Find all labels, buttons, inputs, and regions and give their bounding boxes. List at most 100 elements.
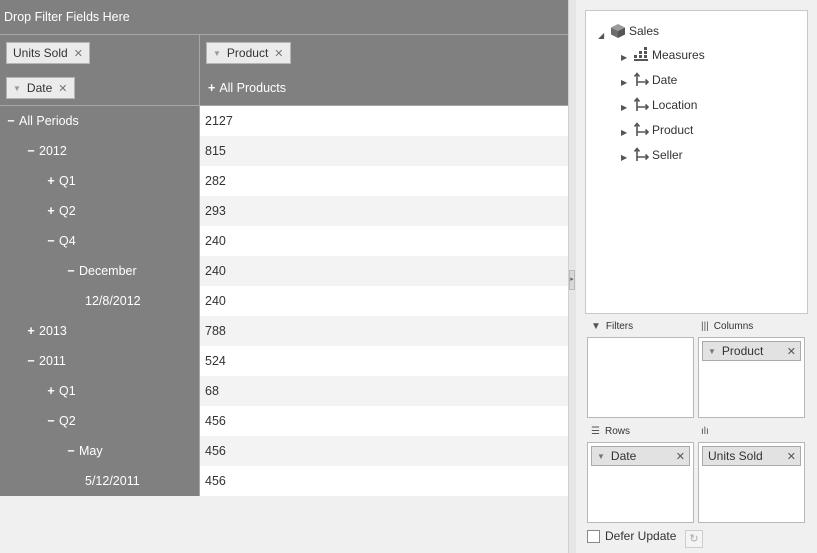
divider — [199, 35, 200, 70]
collapse-icon[interactable]: − — [45, 414, 57, 428]
panel-splitter[interactable]: ▸ — [568, 0, 576, 553]
column-field-chip[interactable]: ▼ Product ✕ — [206, 42, 291, 64]
zone-label-text: Rows — [604, 426, 630, 437]
defer-update-label: Defer Update — [605, 529, 677, 543]
data-cell[interactable]: 524 — [200, 346, 568, 376]
data-cell[interactable]: 240 — [200, 286, 568, 316]
close-icon[interactable]: ✕ — [74, 47, 83, 60]
data-cell[interactable]: 788 — [200, 316, 568, 346]
row-header[interactable]: 12/8/2012 — [0, 286, 200, 316]
tree-expand-icon[interactable]: ▶ — [621, 128, 633, 137]
collapse-icon[interactable]: − — [45, 234, 57, 248]
row-header-label: 2012 — [39, 144, 67, 158]
columns-icon: ||| — [701, 321, 709, 332]
expand-icon[interactable]: + — [208, 81, 215, 95]
row-header[interactable]: + Q2 — [0, 196, 200, 226]
tree-node-seller[interactable]: ▶ Seller — [621, 146, 683, 163]
data-field-chip[interactable]: Units Sold ✕ — [6, 42, 90, 64]
tree-expand-icon[interactable]: ▶ — [621, 53, 633, 62]
rows-zone[interactable]: ▼ Date ✕ — [587, 442, 694, 523]
data-cell[interactable]: 240 — [200, 226, 568, 256]
filters-zone[interactable] — [587, 337, 694, 418]
data-cell[interactable]: 240 — [200, 256, 568, 286]
data-cell[interactable]: 293 — [200, 196, 568, 226]
data-cell[interactable]: 68 — [200, 376, 568, 406]
dropdown-arrow-icon[interactable]: ▼ — [213, 49, 221, 58]
collapse-icon[interactable]: − — [5, 114, 17, 128]
tree-node-location[interactable]: ▶ Location — [621, 96, 697, 113]
filter-drop-area[interactable]: Drop Filter Fields Here — [0, 0, 568, 35]
chip-label: Date — [26, 81, 53, 95]
splitter-handle[interactable]: ▸ — [569, 270, 575, 290]
tree-root-sales[interactable]: ◢ Sales — [598, 21, 659, 40]
values-field-chip[interactable]: Units Sold ✕ — [702, 446, 801, 466]
collapse-icon[interactable]: − — [25, 144, 37, 158]
table-row: − May 456 — [0, 436, 568, 466]
rows-field-chip[interactable]: ▼ Date ✕ — [591, 446, 690, 466]
close-icon[interactable]: ✕ — [274, 47, 283, 60]
values-zone[interactable]: Units Sold ✕ — [698, 442, 805, 523]
zone-label-text: Columns — [713, 321, 754, 332]
row-header[interactable]: 5/12/2011 — [0, 466, 200, 496]
close-icon[interactable]: ✕ — [676, 450, 685, 463]
expand-icon[interactable]: + — [25, 324, 37, 338]
row-header-label: Q2 — [59, 414, 76, 428]
columns-zone[interactable]: ▼ Product ✕ — [698, 337, 805, 418]
data-cell[interactable]: 456 — [200, 436, 568, 466]
row-header[interactable]: −2012 — [0, 136, 200, 166]
table-row: +2013 788 — [0, 316, 568, 346]
collapse-icon[interactable]: − — [25, 354, 37, 368]
row-header[interactable]: + Q1 — [0, 376, 200, 406]
close-icon[interactable]: ✕ — [787, 450, 796, 463]
tree-expand-icon[interactable]: ▶ — [621, 103, 633, 112]
row-header-label: 2013 — [39, 324, 67, 338]
tree-expand-icon[interactable]: ▶ — [621, 78, 633, 87]
row-header-label: May — [79, 444, 103, 458]
dropdown-arrow-icon[interactable]: ▼ — [597, 452, 605, 461]
collapse-icon[interactable]: − — [65, 264, 77, 278]
data-cell[interactable]: 2127 — [200, 106, 568, 136]
hierarchy-icon — [633, 147, 650, 161]
data-cell[interactable]: 456 — [200, 406, 568, 436]
table-row: − Q2 456 — [0, 406, 568, 436]
row-header-label: Q4 — [59, 234, 76, 248]
column-header-all-products[interactable]: + All Products — [208, 81, 286, 95]
tree-collapse-icon[interactable]: ◢ — [598, 31, 610, 40]
dropdown-arrow-icon[interactable]: ▼ — [708, 347, 716, 356]
dropdown-arrow-icon[interactable]: ▼ — [13, 84, 21, 93]
tree-expand-icon[interactable]: ▶ — [621, 153, 633, 162]
expand-icon[interactable]: + — [45, 174, 57, 188]
row-header[interactable]: − All Periods — [0, 106, 200, 136]
table-row: − Q4 240 — [0, 226, 568, 256]
tree-node-measures[interactable]: ▶ Measures — [621, 46, 705, 63]
refresh-icon[interactable]: ↻ — [685, 530, 703, 548]
row-header-label: Q1 — [59, 384, 76, 398]
columns-field-chip[interactable]: ▼ Product ✕ — [702, 341, 801, 361]
row-header[interactable]: +2013 — [0, 316, 200, 346]
row-header[interactable]: −2011 — [0, 346, 200, 376]
divider — [199, 70, 200, 105]
collapse-icon[interactable]: − — [65, 444, 77, 458]
expand-icon[interactable]: + — [45, 384, 57, 398]
data-cell[interactable]: 456 — [200, 466, 568, 496]
checkbox-icon[interactable] — [587, 529, 600, 543]
row-header[interactable]: + Q1 — [0, 166, 200, 196]
data-cell[interactable]: 282 — [200, 166, 568, 196]
data-cell[interactable]: 815 — [200, 136, 568, 166]
hierarchy-icon — [633, 72, 650, 86]
tree-node-date[interactable]: ▶ Date — [621, 71, 677, 88]
field-list-panel: ◢ Sales ▶ Measures ▶ Date ▶ Location ▶ P… — [577, 0, 817, 553]
expand-icon[interactable]: + — [45, 204, 57, 218]
row-header[interactable]: − May — [0, 436, 200, 466]
row-header[interactable]: − December — [0, 256, 200, 286]
filters-zone-label: ▼ Filters — [591, 321, 633, 332]
row-field-chip[interactable]: ▼ Date ✕ — [6, 77, 75, 99]
tree-node-product[interactable]: ▶ Product — [621, 121, 693, 138]
rows-icon: ☰ — [591, 426, 600, 437]
defer-update-toggle[interactable]: Defer Update — [587, 529, 676, 543]
tree-node-label: Product — [652, 122, 694, 137]
row-header[interactable]: − Q2 — [0, 406, 200, 436]
close-icon[interactable]: ✕ — [58, 82, 67, 95]
close-icon[interactable]: ✕ — [787, 345, 796, 358]
row-header[interactable]: − Q4 — [0, 226, 200, 256]
